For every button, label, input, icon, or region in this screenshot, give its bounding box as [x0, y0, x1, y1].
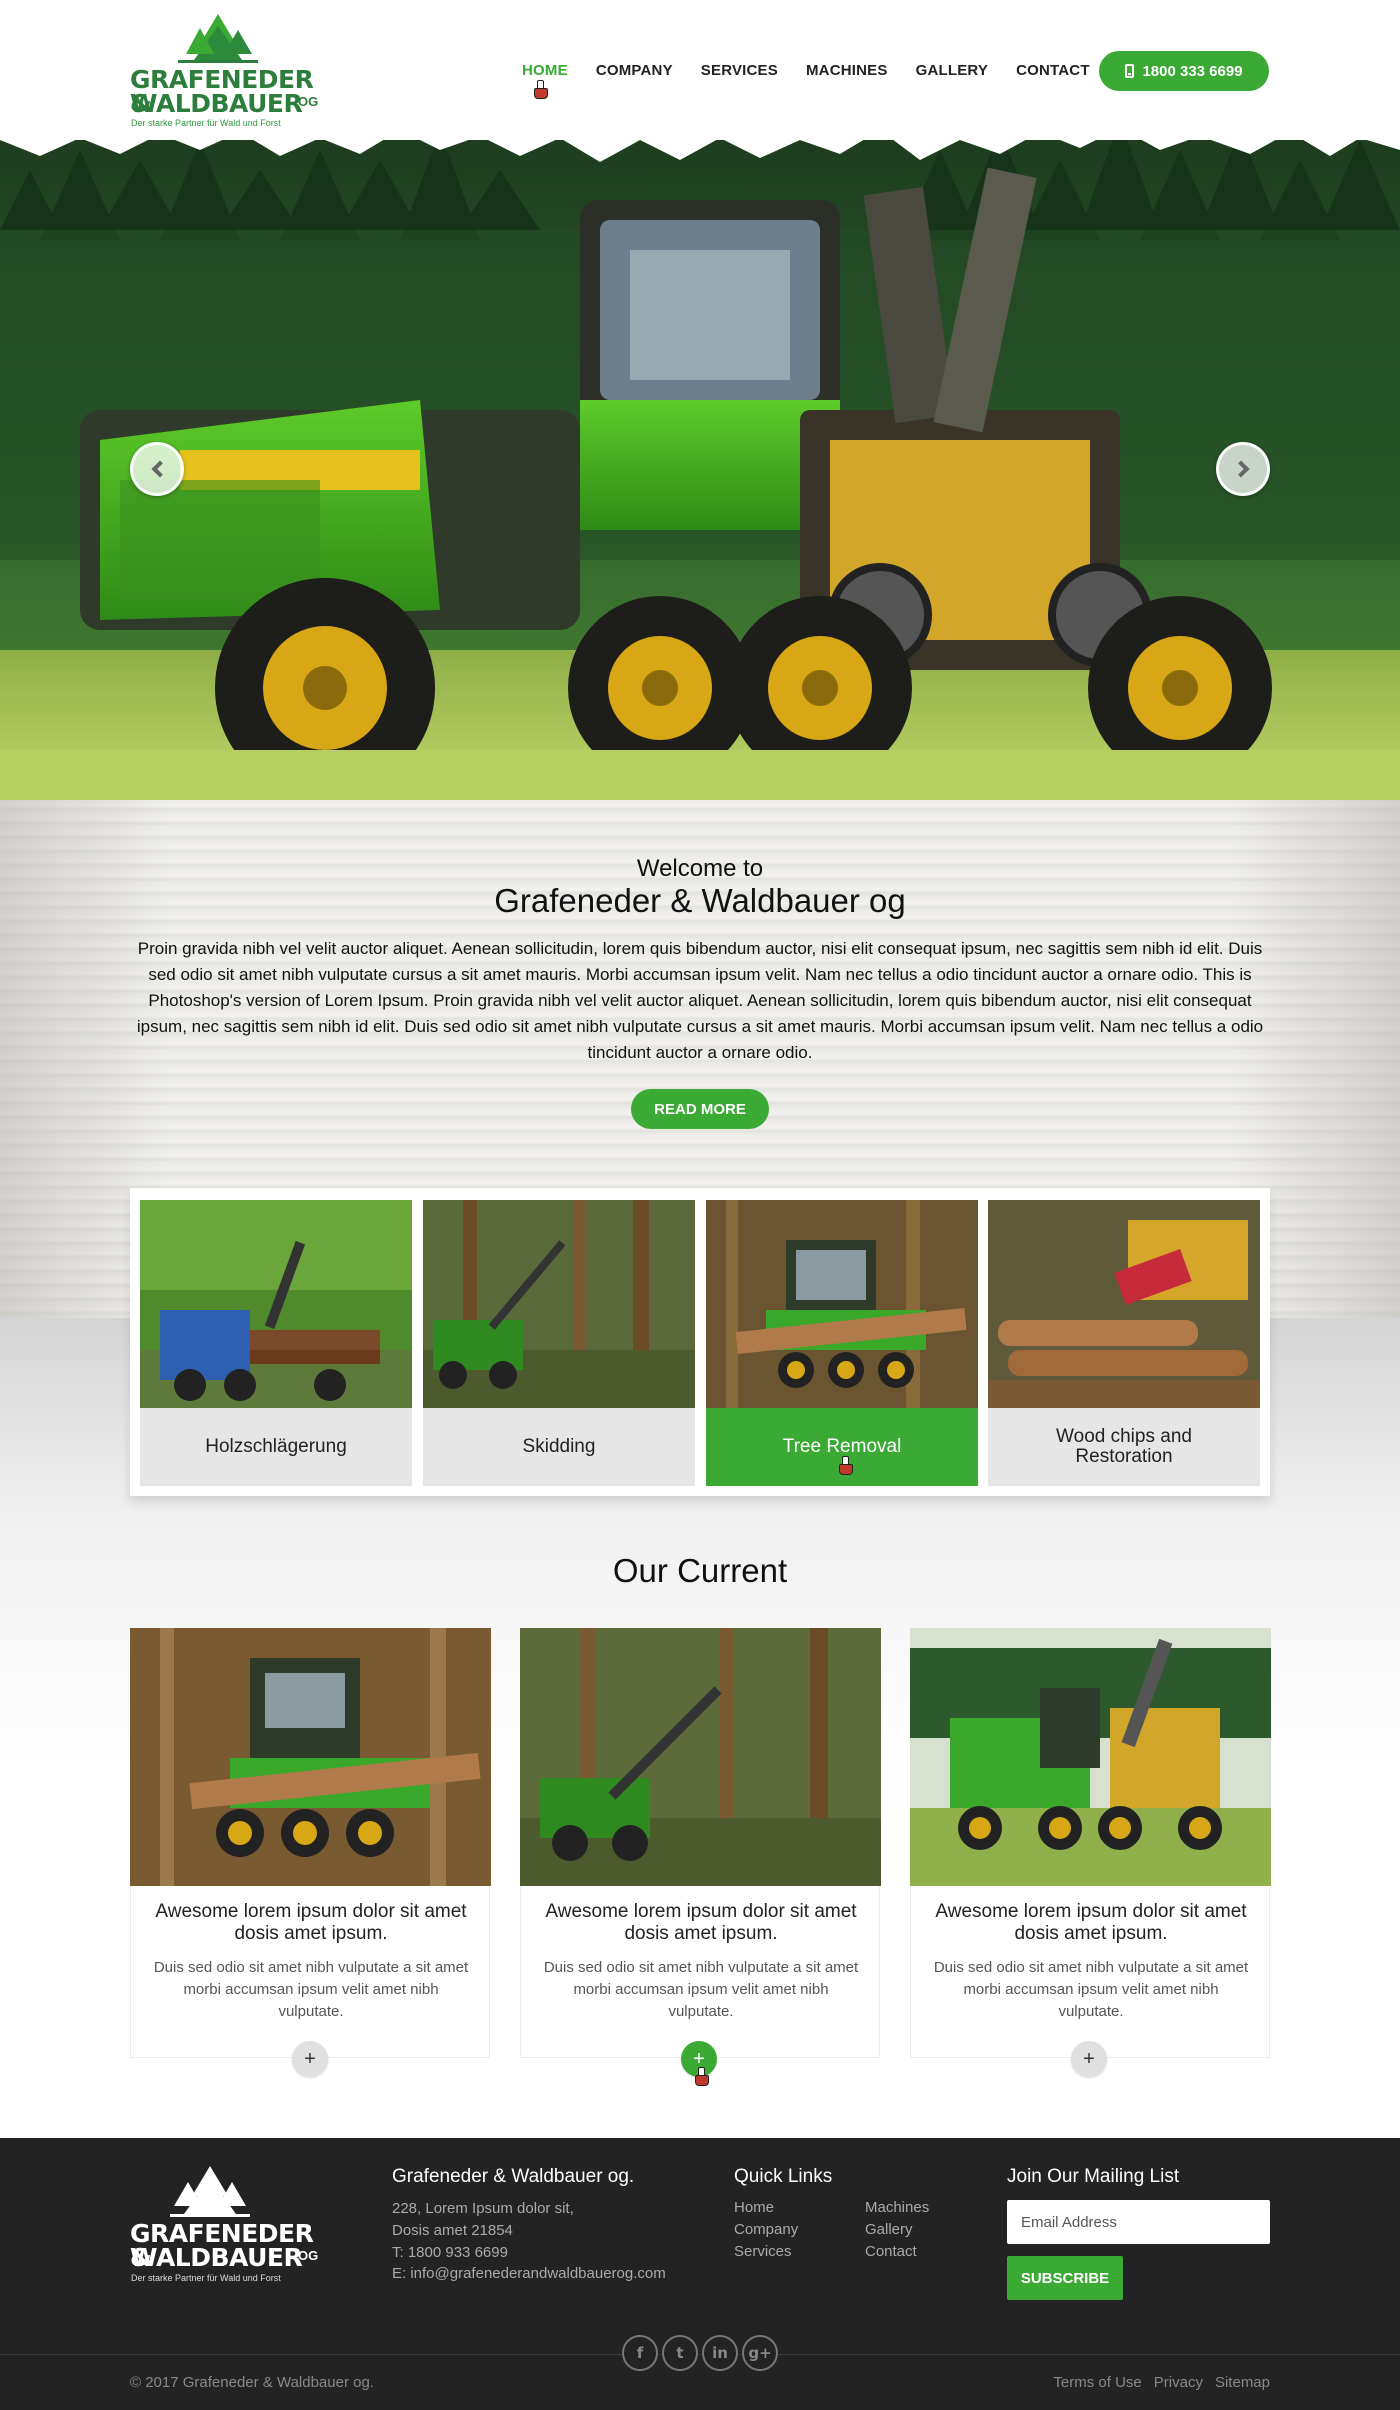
email-field[interactable] [1007, 2200, 1270, 2244]
terms-link[interactable]: Terms of Use [1053, 2374, 1141, 2391]
card-title: Awesome lorem ipsum dolor sit amet dosis… [155, 1901, 467, 1944]
service-card-skidding[interactable]: Skidding [423, 1200, 695, 1486]
facebook-icon[interactable]: f [622, 2335, 658, 2371]
subscribe-button[interactable]: SUBSCRIBE [1007, 2256, 1123, 2300]
footer-company-title: Grafeneder & Waldbauer og. [392, 2166, 635, 2187]
welcome-title: Grafeneder & Waldbauer og [494, 882, 906, 919]
phone-button[interactable]: 1800 333 6699 [1099, 51, 1269, 91]
footer-link-company[interactable]: Company [734, 2219, 798, 2241]
read-more-button[interactable]: READ MORE [631, 1089, 769, 1129]
current-title: Our Current [612, 1552, 788, 1589]
service-label: Wood chips and Restoration [1056, 1426, 1192, 1467]
nav-company[interactable]: COMPANY [596, 62, 701, 79]
services-row: Holzschlägerung Skidding Tree Removal Wo… [130, 1188, 1270, 1496]
legal-links: Terms of Use Privacy Sitemap [1053, 2374, 1270, 2391]
trees-logo-icon [170, 2166, 250, 2217]
card-expand-button[interactable]: + [292, 2041, 328, 2077]
pointer-cursor-icon [839, 1456, 853, 1475]
site-header: GRAFENEDER & WALDBAUER OG Der starke Par… [0, 0, 1400, 140]
phone-icon [1125, 64, 1135, 78]
linkedin-icon[interactable]: in [702, 2335, 738, 2371]
pointer-cursor-icon [695, 2067, 709, 2086]
hero-image [0, 110, 1400, 800]
social-links: f t in g+ [622, 2335, 778, 2371]
privacy-link[interactable]: Privacy [1154, 2374, 1203, 2391]
site-logo[interactable]: GRAFENEDER & WALDBAUER OG Der starke Par… [130, 14, 330, 134]
footer-link-machines[interactable]: Machines [865, 2197, 929, 2219]
quick-links-col-1: Home Company Services [734, 2197, 798, 2263]
card-description: Duis sed odio sit amet nibh vulputate a … [153, 1959, 469, 2020]
footer-email[interactable]: E: info@grafenederandwaldbauerog.com [392, 2263, 666, 2285]
footer-address-line-2: Dosis amet 21854 [392, 2222, 513, 2239]
nav-services[interactable]: SERVICES [701, 62, 806, 79]
footer-logo-tagline: Der starke Partner für Wald und Forst [131, 2273, 281, 2283]
current-card: Awesome lorem ipsum dolor sit amet dosis… [520, 1628, 881, 2058]
card-image [910, 1628, 1271, 1886]
service-image [423, 1200, 695, 1408]
card-expand-button[interactable]: + [1071, 2041, 1107, 2077]
twitter-icon[interactable]: t [662, 2335, 698, 2371]
chevron-left-icon [151, 460, 168, 478]
chevron-right-icon [1232, 460, 1249, 478]
footer-link-home[interactable]: Home [734, 2197, 798, 2219]
service-card-tree-removal[interactable]: Tree Removal [706, 1200, 978, 1486]
logo-line-2: WALDBAUER [130, 89, 303, 118]
quick-links-title: Quick Links [734, 2166, 833, 2187]
footer-link-gallery[interactable]: Gallery [865, 2219, 929, 2241]
footer-phone: T: 1800 933 6699 [392, 2244, 508, 2261]
card-title: Awesome lorem ipsum dolor sit amet dosis… [935, 1901, 1247, 1944]
trees-logo-icon [178, 14, 258, 63]
service-image [706, 1200, 978, 1408]
service-card-wood-chips[interactable]: Wood chips and Restoration [988, 1200, 1260, 1486]
service-image [988, 1200, 1260, 1408]
footer-logo-suffix: OG [298, 2248, 319, 2263]
quick-links-col-2: Machines Gallery Contact [865, 2197, 929, 2263]
welcome-text: Proin gravida nibh vel velit auctor aliq… [136, 939, 1264, 1062]
card-title: Awesome lorem ipsum dolor sit amet dosis… [545, 1901, 857, 1944]
footer-link-services[interactable]: Services [734, 2241, 798, 2263]
sitemap-link[interactable]: Sitemap [1215, 2374, 1270, 2391]
hero-slider [0, 110, 1400, 800]
card-image [130, 1628, 491, 1886]
footer-link-contact[interactable]: Contact [865, 2241, 929, 2263]
service-label: Skidding [522, 1436, 596, 1457]
service-card-holzschlaegerung[interactable]: Holzschlägerung [140, 1200, 412, 1486]
slider-next-button[interactable] [1216, 442, 1270, 496]
mailing-list-title: Join Our Mailing List [1007, 2166, 1180, 2187]
pointer-cursor-icon [534, 80, 548, 99]
nav-home[interactable]: HOME [522, 62, 596, 79]
phone-number: 1800 333 6699 [1142, 62, 1243, 80]
card-description: Duis sed odio sit amet nibh vulputate a … [543, 1959, 859, 2020]
google-plus-icon[interactable]: g+ [742, 2335, 778, 2371]
slider-prev-button[interactable] [130, 442, 184, 496]
nav-machines[interactable]: MACHINES [806, 62, 916, 79]
main-nav: HOME COMPANY SERVICES MACHINES GALLERY C… [522, 62, 1118, 79]
service-image [140, 1200, 412, 1408]
card-description: Duis sed odio sit amet nibh vulputate a … [933, 1959, 1249, 2020]
nav-gallery[interactable]: GALLERY [916, 62, 1017, 79]
logo-suffix: OG [298, 94, 319, 109]
service-label: Holzschlägerung [205, 1436, 347, 1457]
footer-logo[interactable]: GRAFENEDER & WALDBAUER OG Der starke Par… [130, 2166, 330, 2286]
copyright-text: © 2017 Grafeneder & Waldbauer og. [130, 2374, 374, 2391]
card-image [520, 1628, 881, 1886]
footer-logo-line-2: WALDBAUER [130, 2243, 303, 2272]
current-card: Awesome lorem ipsum dolor sit amet dosis… [130, 1628, 491, 2058]
logo-tagline: Der starke Partner für Wald und Forst [131, 118, 281, 128]
current-card: Awesome lorem ipsum dolor sit amet dosis… [910, 1628, 1271, 2058]
footer-address-line-1: 228, Lorem Ipsum dolor sit, [392, 2200, 574, 2217]
welcome-subtitle: Welcome to [636, 855, 764, 882]
